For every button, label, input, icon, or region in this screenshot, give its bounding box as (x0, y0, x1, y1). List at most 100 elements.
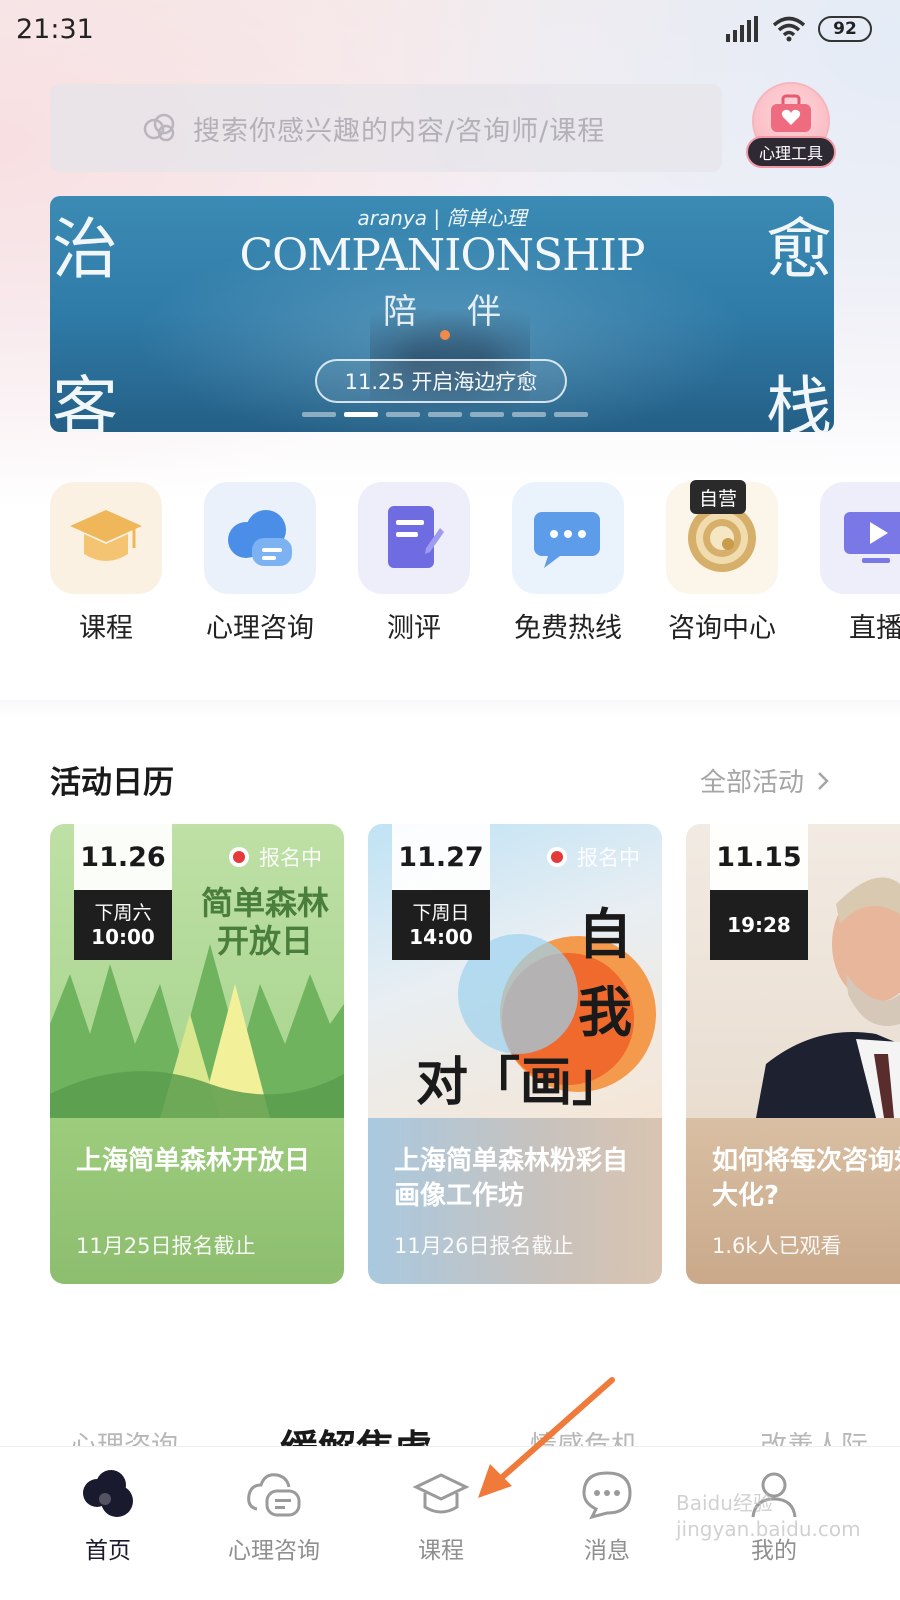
category-live[interactable]: 直播 (806, 482, 900, 645)
all-activities-label: 全部活动 (699, 768, 804, 798)
nav-label: 心理咨询 (228, 1538, 320, 1564)
nav-label: 消息 (584, 1538, 630, 1564)
card-date: 11.27 (392, 824, 490, 890)
video-play-icon (844, 512, 900, 563)
banner-subtitle: 陪伴 (383, 292, 551, 332)
live-dot-icon (547, 847, 567, 867)
category-icon-bg (204, 482, 316, 594)
cloud-chat-icon (228, 510, 292, 566)
category-grid: 课程 心理咨询 测评 免费热线 咨询中心 直播 (50, 482, 900, 652)
live-dot-icon (229, 847, 249, 867)
card-date-box: 11.26 下周六 10:00 (74, 824, 172, 960)
card-title: 如何将每次咨询效果最大化? (712, 1146, 900, 1211)
category-icon-bg (50, 482, 162, 594)
card-art-text: 简单森林 开放日 (200, 884, 329, 960)
signup-status-label: 报名中 (577, 846, 640, 870)
toolbox-heart-icon (771, 94, 811, 132)
pagination-dot (554, 412, 588, 417)
self-operated-badge: 自营 (690, 480, 746, 514)
activity-card[interactable]: 自 我 对「画」 11.27 下周日 14:00 报名中 上海简单森林粉彩自画像… (368, 824, 662, 1284)
search-icon (143, 113, 175, 142)
status-time: 21:31 (16, 14, 94, 45)
card-meta: 11月25日报名截止 (76, 1234, 256, 1258)
category-label: 免费热线 (514, 613, 622, 644)
activity-section-title: 活动日历 (50, 765, 174, 801)
card-title: 上海简单森林粉彩自画像工作坊 (394, 1146, 629, 1211)
card-meta: 11月26日报名截止 (394, 1234, 574, 1258)
pagination-dot (302, 412, 336, 417)
category-label: 课程 (79, 613, 133, 644)
card-date-box: 11.27 下周日 14:00 (392, 824, 490, 960)
card-date: 11.15 (710, 824, 808, 890)
pagination-dot (470, 412, 504, 417)
card-time: 10:00 (91, 925, 155, 949)
pagination-dot (512, 412, 546, 417)
banner-right-bottom: 栈 (766, 369, 832, 432)
card-art-text: 对「画」 (416, 1052, 625, 1113)
card-title: 上海简单森林开放日 (76, 1146, 311, 1176)
card-date: 11.26 (74, 824, 172, 890)
category-icon-bg (512, 482, 624, 594)
psych-tools-label: 心理工具 (746, 136, 836, 168)
banner-brand: aranya | 简单心理 (357, 206, 527, 230)
category-label: 测评 (387, 613, 441, 644)
card-footer: 上海简单森林开放日 11月25日报名截止 (50, 1118, 344, 1284)
signup-status: 报名中 (229, 842, 322, 872)
home-icon (48, 1465, 168, 1525)
promo-banner[interactable]: 治 客 愈 栈 aranya | 简单心理 COMPANIONSHIP 陪伴 1… (50, 196, 834, 432)
status-bar: 21:31 92 (0, 0, 900, 62)
banner-title: COMPANIONSHIP (239, 230, 645, 281)
activity-card[interactable]: 11.15 19:28 如何将每次咨询效果最大化? 1.6k人已观看 (686, 824, 900, 1284)
psych-tools-button[interactable]: 心理工具 (746, 80, 836, 172)
signal-icon (726, 16, 758, 42)
banner-pagination (302, 412, 588, 417)
category-label: 直播 (849, 613, 900, 644)
card-footer: 如何将每次咨询效果最大化? 1.6k人已观看 (686, 1118, 900, 1284)
pagination-dot (428, 412, 462, 417)
banner-accent-dot (440, 330, 450, 340)
card-date-box: 11.15 19:28 (710, 824, 808, 960)
category-icon-bg (358, 482, 470, 594)
card-footer: 上海简单森林粉彩自画像工作坊 11月26日报名截止 (368, 1118, 662, 1284)
forest-illustration (50, 944, 344, 1118)
card-time-box: 下周日 14:00 (392, 890, 490, 960)
category-hotline[interactable]: 免费热线 (498, 482, 638, 645)
card-time-box: 19:28 (710, 890, 808, 960)
chat-bubble-icon (534, 512, 600, 568)
pagination-dot (386, 412, 420, 417)
nav-label: 首页 (85, 1538, 131, 1564)
status-icons: 92 (726, 16, 872, 42)
chevron-right-icon (818, 771, 829, 790)
section-divider (0, 700, 900, 718)
graduation-cap-icon (70, 510, 142, 561)
category-courses[interactable]: 课程 (50, 482, 176, 645)
category-label: 心理咨询 (206, 613, 314, 644)
card-art-text: 我 (578, 980, 632, 1044)
wifi-icon (772, 16, 806, 42)
nav-counseling[interactable]: 心理咨询 (214, 1465, 334, 1565)
signup-status: 报名中 (547, 842, 640, 872)
pagination-dot-active (344, 412, 378, 417)
category-counseling[interactable]: 心理咨询 (190, 482, 330, 645)
card-time-box: 下周六 10:00 (74, 890, 172, 960)
nav-label: 课程 (418, 1538, 464, 1564)
document-pen-icon (388, 506, 444, 568)
card-time: 14:00 (409, 925, 473, 949)
banner-left-bottom: 客 (52, 369, 118, 432)
category-assessment[interactable]: 测评 (344, 482, 484, 645)
category-icon-bg (820, 482, 900, 594)
card-art-text: 自 (578, 902, 632, 966)
all-activities-link[interactable]: 全部活动 (700, 762, 830, 799)
topic-tabs: 心理咨询 缓解焦虑 情感危机 改善人际 (0, 1400, 900, 1450)
card-weekday: 下周日 (412, 902, 470, 924)
battery-indicator: 92 (818, 16, 872, 42)
activity-card[interactable]: 简单森林 开放日 11.26 下周六 10:00 报名中 上海简单森林开放日 1… (50, 824, 344, 1284)
card-time: 19:28 (727, 913, 791, 937)
nav-home[interactable]: 首页 (48, 1465, 168, 1565)
search-input[interactable]: 搜索你感兴趣的内容/咨询师/课程 (50, 84, 722, 172)
search-placeholder: 搜索你感兴趣的内容/咨询师/课程 (193, 115, 606, 147)
category-label: 咨询中心 (668, 613, 776, 644)
card-meta: 1.6k人已观看 (712, 1234, 842, 1258)
banner-cta[interactable]: 11.25 开启海边疗愈 (315, 359, 567, 403)
signup-status-label: 报名中 (259, 846, 322, 870)
